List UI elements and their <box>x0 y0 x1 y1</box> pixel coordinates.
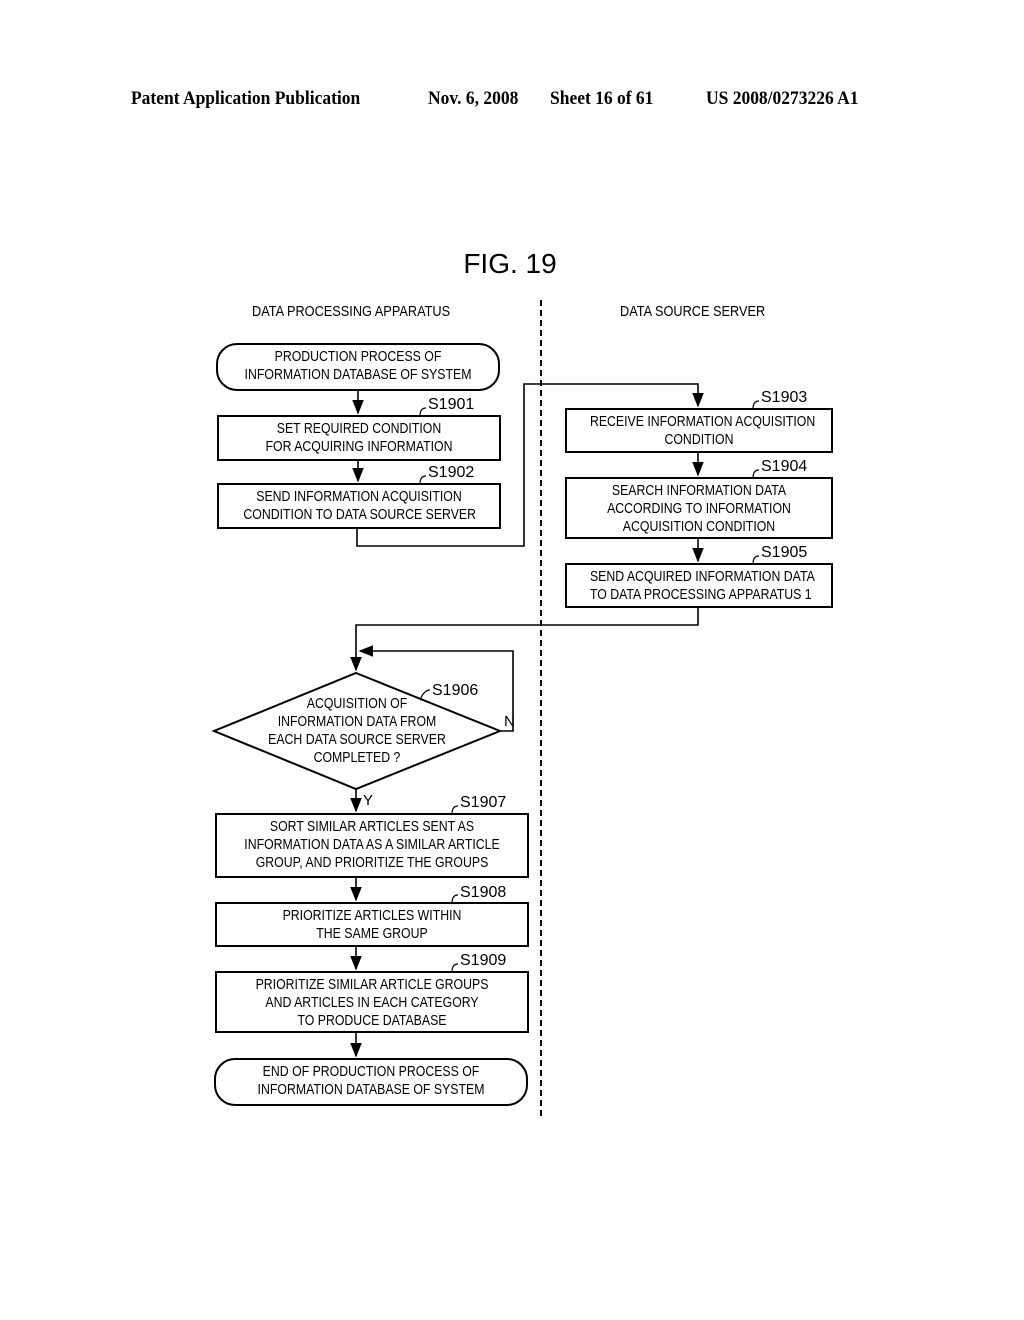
s1904-text: SEARCH INFORMATION DATA ACCORDING TO INF… <box>566 482 832 536</box>
s1907-text: SORT SIMILAR ARTICLES SENT AS INFORMATIO… <box>216 818 528 872</box>
step-label-s1901: S1901 <box>428 396 475 413</box>
decision-no-label: N <box>504 713 515 730</box>
step-label-s1904: S1904 <box>761 458 808 475</box>
end-line-2: INFORMATION DATABASE OF SYSTEM <box>257 1081 485 1098</box>
step-label-s1909: S1909 <box>460 952 507 969</box>
s1902-line-2: CONDITION TO DATA SOURCE SERVER <box>243 506 476 523</box>
leader-s1905 <box>752 555 760 565</box>
s1906-line-2: INFORMATION DATA FROM <box>277 713 437 730</box>
s1903-line-1: RECEIVE INFORMATION ACQUISITION <box>589 413 816 430</box>
s1901-line-1: SET REQUIRED CONDITION <box>276 420 442 437</box>
leader-s1901 <box>419 407 427 417</box>
flowchart <box>211 300 833 1118</box>
s1909-text: PRIORITIZE SIMILAR ARTICLE GROUPS AND AR… <box>216 976 528 1030</box>
s1905-line-1: SEND ACQUIRED INFORMATION DATA <box>589 568 815 585</box>
leader-s1902 <box>419 475 427 485</box>
s1908-line-2: THE SAME GROUP <box>316 925 428 942</box>
s1902-line-1: SEND INFORMATION ACQUISITION <box>256 488 462 505</box>
s1903-text: RECEIVE INFORMATION ACQUISITION CONDITIO… <box>566 413 832 449</box>
step-label-s1905: S1905 <box>761 544 808 561</box>
leader-s1908 <box>451 894 459 904</box>
s1907-line-2: INFORMATION DATA AS A SIMILAR ARTICLE <box>244 836 500 853</box>
s1908-text: PRIORITIZE ARTICLES WITHIN THE SAME GROU… <box>216 907 528 943</box>
s1902-text: SEND INFORMATION ACQUISITION CONDITION T… <box>218 488 500 524</box>
step-label-s1902: S1902 <box>428 464 475 481</box>
connector-s1905-to-s1906 <box>350 607 699 672</box>
start-line-2: INFORMATION DATABASE OF SYSTEM <box>244 366 472 383</box>
s1903-line-2: CONDITION <box>664 431 734 448</box>
leader-s1909 <box>451 963 459 973</box>
s1906-text: ACQUISITION OF INFORMATION DATA FROM EAC… <box>214 695 500 767</box>
s1906-line-4: COMPLETED ? <box>313 749 401 766</box>
decision-yes-label: Y <box>363 792 374 809</box>
s1909-line-3: TO PRODUCE DATABASE <box>297 1012 447 1029</box>
s1904-line-3: ACQUISITION CONDITION <box>622 518 776 535</box>
s1905-line-2: TO DATA PROCESSING APPARATUS 1 <box>589 586 812 603</box>
s1907-line-3: GROUP, AND PRIORITIZE THE GROUPS <box>255 854 489 871</box>
s1909-line-1: PRIORITIZE SIMILAR ARTICLE GROUPS <box>255 976 489 993</box>
s1901-line-2: FOR ACQUIRING INFORMATION <box>265 438 453 455</box>
end-terminal-text: END OF PRODUCTION PROCESS OF INFORMATION… <box>215 1063 527 1099</box>
leader-s1904 <box>752 469 760 479</box>
start-terminal-text: PRODUCTION PROCESS OF INFORMATION DATABA… <box>217 348 499 384</box>
start-line-1: PRODUCTION PROCESS OF <box>274 348 442 365</box>
s1904-line-2: ACCORDING TO INFORMATION <box>607 500 791 517</box>
s1905-text: SEND ACQUIRED INFORMATION DATA TO DATA P… <box>566 568 832 604</box>
s1904-line-1: SEARCH INFORMATION DATA <box>611 482 787 499</box>
end-line-1: END OF PRODUCTION PROCESS OF <box>262 1063 480 1080</box>
s1908-line-1: PRIORITIZE ARTICLES WITHIN <box>282 907 462 924</box>
s1901-text: SET REQUIRED CONDITION FOR ACQUIRING INF… <box>218 420 500 456</box>
s1907-line-1: SORT SIMILAR ARTICLES SENT AS <box>269 818 475 835</box>
leader-s1907 <box>451 805 459 815</box>
s1909-line-2: AND ARTICLES IN EACH CATEGORY <box>265 994 479 1011</box>
leader-s1903 <box>752 400 760 410</box>
s1906-line-3: EACH DATA SOURCE SERVER <box>268 731 446 748</box>
step-label-s1908: S1908 <box>460 884 507 901</box>
step-label-s1907: S1907 <box>460 794 507 811</box>
step-label-s1903: S1903 <box>761 389 808 406</box>
s1906-line-1: ACQUISITION OF <box>306 695 408 712</box>
